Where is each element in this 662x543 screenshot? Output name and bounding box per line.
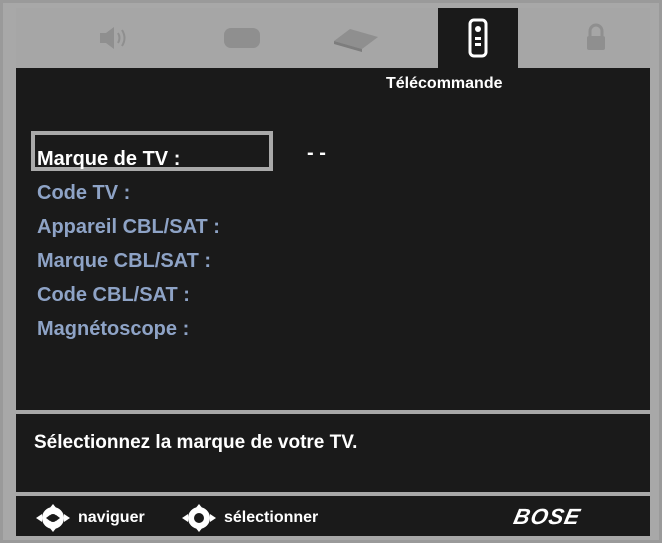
menu-item-vcr[interactable]: Magnétoscope :: [37, 312, 457, 346]
hint-navigate: naviguer: [34, 503, 145, 533]
menu-item-cbl-sat-brand[interactable]: Marque CBL/SAT :: [37, 244, 457, 278]
hint-select: sélectionner: [180, 503, 318, 533]
select-label: sélectionner: [224, 509, 319, 526]
bose-logo: BOSE: [511, 504, 584, 529]
tab-audio[interactable]: [74, 8, 154, 68]
active-tab-title: Télécommande: [386, 75, 503, 92]
menu-item-cbl-sat-device[interactable]: Appareil CBL/SAT :: [37, 210, 457, 244]
tab-remote[interactable]: [438, 8, 518, 68]
tv-brand-value: - -: [307, 142, 326, 164]
tab-bar: [16, 8, 650, 68]
tab-lock[interactable]: [556, 8, 636, 68]
menu-item-cbl-sat-code[interactable]: Code CBL/SAT :: [37, 278, 457, 312]
lock-icon: [587, 23, 605, 50]
help-message: Sélectionnez la marque de votre TV.: [34, 432, 358, 453]
remote-control-icon: [468, 18, 488, 58]
navigate-pad-icon: [36, 504, 70, 532]
menu-item-tv-code[interactable]: Code TV :: [37, 176, 457, 210]
select-pad-icon: [182, 504, 216, 532]
speaker-icon: [100, 27, 126, 49]
screen-icon: [224, 28, 260, 48]
tab-video[interactable]: [202, 8, 282, 68]
menu-item-tv-brand[interactable]: Marque de TV :: [37, 142, 457, 176]
disc-player-icon: [334, 29, 378, 52]
settings-menu: Marque de TV : Code TV : Appareil CBL/SA…: [37, 142, 457, 346]
tab-sources[interactable]: [316, 8, 396, 68]
navigate-label: naviguer: [78, 509, 145, 526]
